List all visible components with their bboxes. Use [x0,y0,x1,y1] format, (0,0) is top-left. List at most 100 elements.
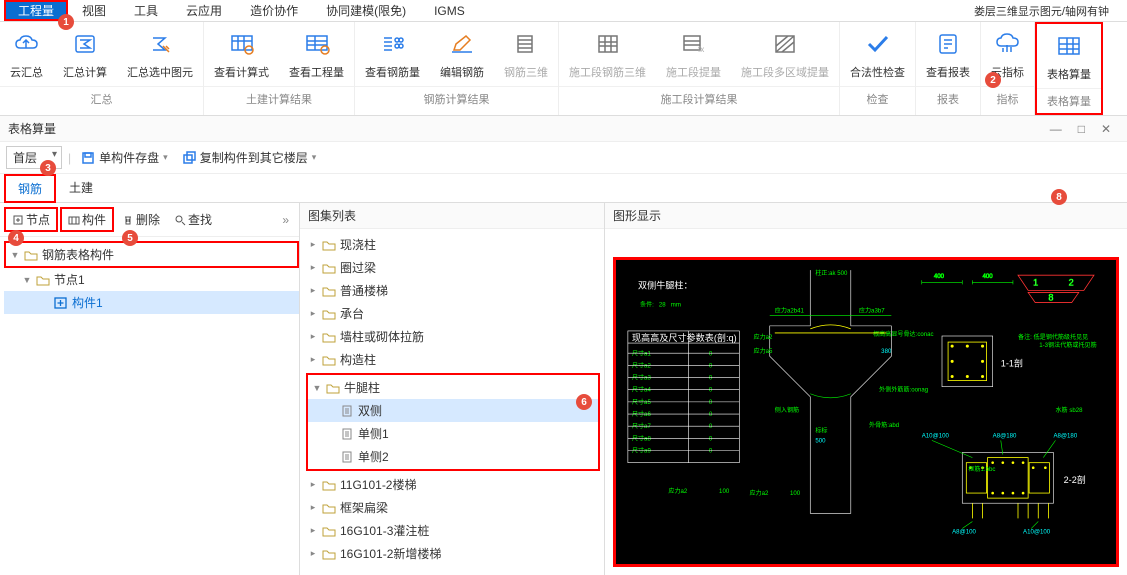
btn-add-component[interactable]: 构件 [60,207,114,232]
atlas-item-corbel[interactable]: ▼牛腿柱 [308,376,598,399]
menu-view[interactable]: 视图 [68,0,120,21]
badge-8: 8 [1051,189,1067,205]
node-label: 构造柱 [340,351,376,368]
node-label: 16G101-2新增楼梯 [340,545,441,562]
btn-summary-selected[interactable]: 汇总选中图元 [117,26,203,84]
btn-summary-calc[interactable]: 汇总计算 [53,26,117,84]
btn-cloud-summary[interactable]: 云汇总 [0,26,53,84]
svg-text:A8@180: A8@180 [1053,432,1077,439]
atlas-item[interactable]: ▸11G101-2楼梯 [304,473,604,496]
btn-label: 单构件存盘 [99,149,159,166]
atlas-item[interactable]: ▸普通楼梯 [304,279,604,302]
btn-label: 构件 [82,211,106,228]
btn-single-save[interactable]: 单构件存盘 ▾ [77,147,172,168]
svg-text:应力a2b41: 应力a2b41 [775,307,805,315]
atlas-item[interactable]: ▸构造柱 [304,348,604,371]
ribbon-group-civil: 查看计算式 查看工程量 土建计算结果 [204,22,355,115]
rebar-qty-icon [379,30,407,58]
report-icon [934,30,962,58]
atlas-item[interactable]: ▸16G101-3灌注桩 [304,519,604,542]
btn-cloud-index[interactable]: 云指标 2 [981,26,1034,84]
btn-table-qty[interactable]: 表格算量 [1037,28,1101,86]
expander-icon[interactable]: ▼ [22,275,32,285]
section-1-1: 1-1剖 备注: 低是钢代筋级托见见 1-3钢法代筋或托见筋 [942,333,1097,387]
ribbon-group-rebar: 查看钢筋量 编辑钢筋 钢筋三维 钢筋计算结果 [355,22,559,115]
close-icon[interactable]: ✕ [1093,122,1119,136]
ribbon-group-index: 云指标 2 指标 [981,22,1035,115]
atlas-sub-single2[interactable]: 单侧2 [308,445,598,468]
btn-edit-rebar[interactable]: 编辑钢筋 [430,26,494,84]
badge-5: 5 [122,230,138,246]
menu-igms[interactable]: IGMS [420,2,479,20]
btn-cons-rebar-3d[interactable]: 施工段钢筋三维 [559,26,656,84]
btn-copy-to-floor[interactable]: 复制构件到其它楼层 ▾ [178,147,321,168]
more-icon[interactable]: » [276,213,295,227]
svg-text:外骨筋:abd: 外骨筋:abd [869,421,899,429]
expander-icon[interactable]: ▼ [10,250,20,260]
svg-text:2: 2 [1069,277,1074,287]
atlas-item[interactable]: ▸16G101-2新增楼梯 [304,542,604,565]
btn-label: 删除 [136,211,160,228]
btn-rebar-3d[interactable]: 钢筋三维 [494,26,558,84]
atlas-sub-double[interactable]: 双侧 [308,399,598,422]
btn-view-formula[interactable]: 查看计算式 [204,26,279,84]
panel-title: 图形显示 [613,207,661,224]
menu-collab-model[interactable]: 协同建模(限免) [312,0,420,21]
sigma-select-icon [146,30,174,58]
btn-cons-extract[interactable]: fx 施工段提量 [656,26,731,84]
atlas-item[interactable]: ▸现浇柱 [304,233,604,256]
hatch-icon [771,30,799,58]
atlas-item[interactable]: ▸墙柱或砌体拉筋 [304,325,604,348]
svg-text:A8@100: A8@100 [952,529,976,536]
group-label: 检查 [840,86,915,111]
menu-cloud-app[interactable]: 云应用 [172,0,236,21]
cloud-icon [13,30,41,58]
main-area: 节点 构件 删除 查找 » 4 5 ▼ 钢筋表格构件 [0,203,1127,575]
sheet-tabs: 钢筋 土建 3 [0,174,1127,203]
minimize-icon[interactable]: — [1042,122,1070,136]
badge-4: 4 [8,230,24,246]
tree-node-1[interactable]: ▼ 节点1 [4,268,299,291]
svg-text:标标: 标标 [815,426,827,434]
atlas-sub-single1[interactable]: 单侧1 [308,422,598,445]
svg-text:柱正:ak 500: 柱正:ak 500 [815,269,848,277]
btn-view-rebar-qty[interactable]: 查看钢筋量 [355,26,430,84]
btn-add-node[interactable]: 节点 [4,207,58,232]
group-label: 施工段计算结果 [559,86,839,111]
elevation-view: 应力a2b41 应力a3b7 柱正:ak 500 应力a2 应力a5 根高高显号… [749,269,933,513]
maximize-icon[interactable]: □ [1070,122,1093,136]
svg-text:应力a3b7: 应力a3b7 [859,307,885,315]
svg-text:备注: 低是钢代筋级托见见: 备注: 低是钢代筋级托见见 [1018,333,1088,341]
menu-tools[interactable]: 工具 [120,0,172,21]
cloud-bar-icon [994,30,1022,58]
svg-text:A10@100: A10@100 [922,432,950,439]
svg-text:fx: fx [698,45,704,54]
btn-search[interactable]: 查找 [168,209,218,230]
tree-root[interactable]: ▼ 钢筋表格构件 [4,241,299,268]
svg-text:400: 400 [934,273,945,280]
svg-text:8: 8 [1048,293,1053,303]
btn-delete[interactable]: 删除 [116,209,166,230]
atlas-item[interactable]: ▸承台 [304,302,604,325]
edit-icon [448,30,476,58]
svg-text:现高高及尺寸参数表(剖:q): 现高高及尺寸参数表(剖:q) [632,332,737,343]
svg-text:1-3钢法代筋或托见筋: 1-3钢法代筋或托见筋 [1039,341,1096,349]
node-label: 16G101-3灌注桩 [340,522,429,539]
ribbon-group-check: 合法性检查 检查 [840,22,916,115]
grid-fx-icon: fx [680,30,708,58]
cad-canvas[interactable]: 双侧牛腿柱： 条件: 28 mm 现高高及尺寸参数表(剖:q) 尺寸a10 尺寸… [613,257,1119,567]
btn-label: 编辑钢筋 [440,64,484,80]
menu-cost-collab[interactable]: 造价协作 [236,0,312,21]
btn-validity-check[interactable]: 合法性检查 [840,26,915,84]
atlas-item[interactable]: ▸圈过梁 [304,256,604,279]
svg-text:应力a2: 应力a2 [749,489,769,497]
tree-leaf-1[interactable]: 构件1 [4,291,299,314]
btn-cons-multi[interactable]: 施工段多区域提量 [731,26,839,84]
top-dims: 400 400 1 2 8 [922,273,1094,302]
tab-rebar[interactable]: 钢筋 [4,174,56,203]
btn-view-report[interactable]: 查看报表 [916,26,980,84]
atlas-item[interactable]: ▸框架扁梁 [304,496,604,519]
btn-view-quantity[interactable]: 查看工程量 [279,26,354,84]
formula-icon [228,30,256,58]
tab-civil[interactable]: 土建 [56,174,106,202]
